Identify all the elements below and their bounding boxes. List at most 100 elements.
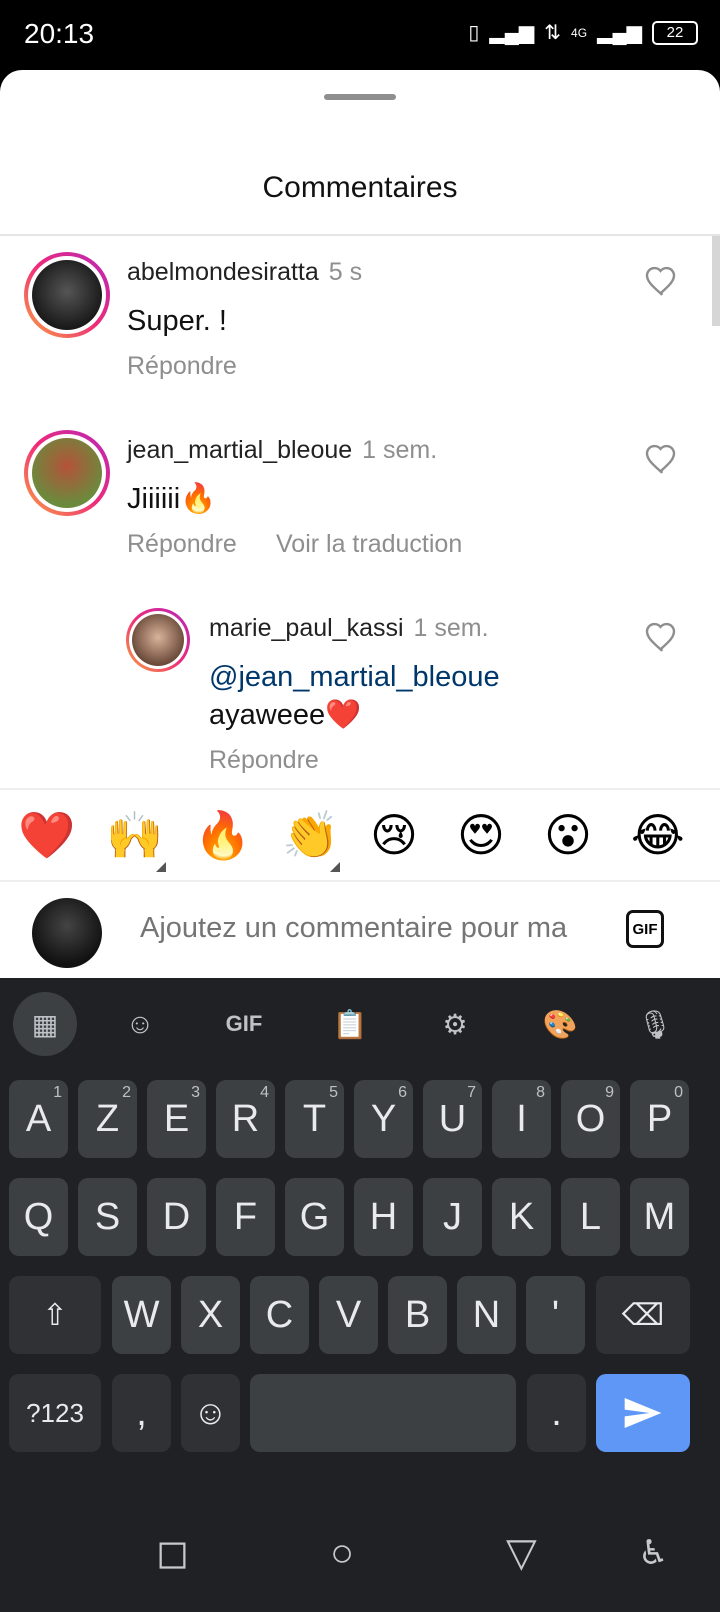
space-bar[interactable] bbox=[250, 1374, 516, 1452]
emoji-raising-hands[interactable]: 🙌 bbox=[106, 808, 163, 862]
key-hint: 7 bbox=[467, 1084, 476, 1101]
like-heart-icon[interactable] bbox=[644, 620, 680, 656]
network-type: 4G bbox=[571, 25, 588, 40]
key-apostrophe[interactable]: ' bbox=[526, 1276, 585, 1354]
send-arrow-icon bbox=[624, 1398, 662, 1428]
username-text[interactable]: marie_paul_kassi bbox=[209, 614, 404, 642]
emoji-clapping[interactable]: 👏 bbox=[282, 808, 339, 862]
recents-square-icon[interactable]: ◻ bbox=[156, 1530, 189, 1576]
key-i[interactable]: I8 bbox=[492, 1080, 551, 1158]
key-r[interactable]: R4 bbox=[216, 1080, 275, 1158]
key-w[interactable]: W bbox=[112, 1276, 171, 1354]
emoji-surprised[interactable]: 😮 bbox=[544, 808, 592, 862]
key-label: O bbox=[575, 1097, 606, 1140]
comment-mention[interactable]: @jean_martial_bleoue bbox=[209, 658, 500, 696]
comment-text: Jiiiiii🔥 bbox=[127, 483, 217, 515]
key-label: T bbox=[302, 1097, 327, 1140]
key-label: R bbox=[231, 1097, 260, 1140]
key-a[interactable]: A1 bbox=[9, 1080, 68, 1158]
divider bbox=[0, 234, 720, 236]
key-hint: 8 bbox=[536, 1084, 545, 1101]
key-o[interactable]: O9 bbox=[561, 1080, 620, 1158]
key-g[interactable]: G bbox=[285, 1178, 344, 1256]
reply-button[interactable]: Répondre bbox=[127, 352, 237, 381]
key-hint: 9 bbox=[605, 1084, 614, 1101]
key-c[interactable]: C bbox=[250, 1276, 309, 1354]
key-s[interactable]: S bbox=[78, 1178, 137, 1256]
drag-handle[interactable] bbox=[324, 94, 396, 100]
comment-username[interactable]: jean_martial_bleoue 1 sem. bbox=[127, 436, 437, 465]
emoji-heart[interactable]: ❤️ bbox=[18, 808, 75, 862]
key-k[interactable]: K bbox=[492, 1178, 551, 1256]
emoji-key[interactable]: ☺ bbox=[181, 1374, 240, 1452]
key-v[interactable]: V bbox=[319, 1276, 378, 1354]
key-h[interactable]: H bbox=[354, 1178, 413, 1256]
like-heart-icon[interactable] bbox=[644, 442, 680, 478]
home-circle-icon[interactable]: ○ bbox=[330, 1530, 354, 1576]
key-hint: 2 bbox=[122, 1084, 131, 1101]
comment-time: 5 s bbox=[328, 258, 363, 286]
emoji-laughing[interactable]: 😂 bbox=[631, 808, 685, 862]
comment-username[interactable]: marie_paul_kassi 1 sem. bbox=[209, 614, 489, 643]
send-key[interactable] bbox=[596, 1374, 690, 1452]
reply-button[interactable]: Répondre bbox=[209, 746, 319, 775]
comment-input[interactable] bbox=[140, 912, 590, 945]
skin-tone-indicator bbox=[156, 862, 166, 872]
key-f[interactable]: F bbox=[216, 1178, 275, 1256]
key-n[interactable]: N bbox=[457, 1276, 516, 1354]
theme-palette-icon[interactable]: 🎨 bbox=[528, 992, 592, 1056]
key-label: Z bbox=[95, 1097, 120, 1140]
key-u[interactable]: U7 bbox=[423, 1080, 482, 1158]
reply-button[interactable]: Répondre bbox=[127, 530, 237, 559]
key-e[interactable]: E3 bbox=[147, 1080, 206, 1158]
like-heart-icon[interactable] bbox=[644, 264, 680, 300]
username-text[interactable]: abelmondesiratta bbox=[127, 258, 319, 286]
settings-gear-icon[interactable]: ⚙ bbox=[423, 992, 487, 1056]
accessibility-icon[interactable]: ♿ bbox=[638, 1530, 668, 1576]
key-label: P bbox=[646, 1097, 673, 1140]
avatar[interactable] bbox=[24, 252, 110, 338]
emoji-crying[interactable]: 😢 bbox=[370, 808, 418, 862]
key-t[interactable]: T5 bbox=[285, 1080, 344, 1158]
symbols-key[interactable]: ?123 bbox=[9, 1374, 101, 1452]
key-j[interactable]: J bbox=[423, 1178, 482, 1256]
key-label: Y bbox=[370, 1097, 397, 1140]
key-hint: 1 bbox=[53, 1084, 62, 1101]
avatar[interactable] bbox=[24, 430, 110, 516]
sticker-icon[interactable]: ☺ bbox=[108, 992, 172, 1056]
key-b[interactable]: B bbox=[388, 1276, 447, 1354]
shift-key[interactable]: ⇧ bbox=[9, 1276, 101, 1354]
scrollbar[interactable] bbox=[712, 236, 720, 326]
system-nav-bar: ◻ ○ ▽ ♿ bbox=[0, 1496, 720, 1612]
comment-username[interactable]: abelmondesiratta 5 s bbox=[127, 258, 362, 287]
emoji-fire[interactable]: 🔥 bbox=[194, 808, 251, 862]
avatar[interactable] bbox=[126, 608, 190, 672]
backspace-key[interactable]: ⌫ bbox=[596, 1276, 690, 1354]
clipboard-icon[interactable]: 📋 bbox=[318, 992, 382, 1056]
key-l[interactable]: L bbox=[561, 1178, 620, 1256]
key-x[interactable]: X bbox=[181, 1276, 240, 1354]
key-m[interactable]: M bbox=[630, 1178, 689, 1256]
back-triangle-icon[interactable]: ▽ bbox=[506, 1530, 537, 1576]
status-icons: ▯ ▂▄▆ ⇅ 4G ▂▄▆ 22 bbox=[468, 20, 698, 45]
period-key[interactable]: . bbox=[527, 1374, 586, 1452]
key-p[interactable]: P0 bbox=[630, 1080, 689, 1158]
translate-button[interactable]: Voir la traduction bbox=[276, 530, 462, 559]
key-d[interactable]: D bbox=[147, 1178, 206, 1256]
key-label: I bbox=[516, 1097, 527, 1140]
username-text[interactable]: jean_martial_bleoue bbox=[127, 436, 352, 464]
key-y[interactable]: Y6 bbox=[354, 1080, 413, 1158]
signal-icon-2: ▂▄▆ bbox=[597, 22, 642, 44]
key-z[interactable]: Z2 bbox=[78, 1080, 137, 1158]
comma-key[interactable]: , bbox=[112, 1374, 171, 1452]
apps-grid-icon[interactable]: ▦ bbox=[13, 992, 77, 1056]
microphone-icon[interactable]: 🎙 bbox=[623, 992, 687, 1056]
comment-text: ayaweee❤️ bbox=[209, 699, 362, 731]
status-bar: 20:13 ▯ ▂▄▆ ⇅ 4G ▂▄▆ 22 bbox=[0, 0, 720, 70]
data-arrows-icon: ⇅ bbox=[544, 22, 562, 44]
emoji-heart-eyes[interactable]: 😍 bbox=[457, 808, 505, 862]
key-hint: 3 bbox=[191, 1084, 200, 1101]
key-q[interactable]: Q bbox=[9, 1178, 68, 1256]
gif-key[interactable]: GIF bbox=[212, 992, 276, 1056]
gif-button[interactable]: GIF bbox=[626, 910, 664, 948]
